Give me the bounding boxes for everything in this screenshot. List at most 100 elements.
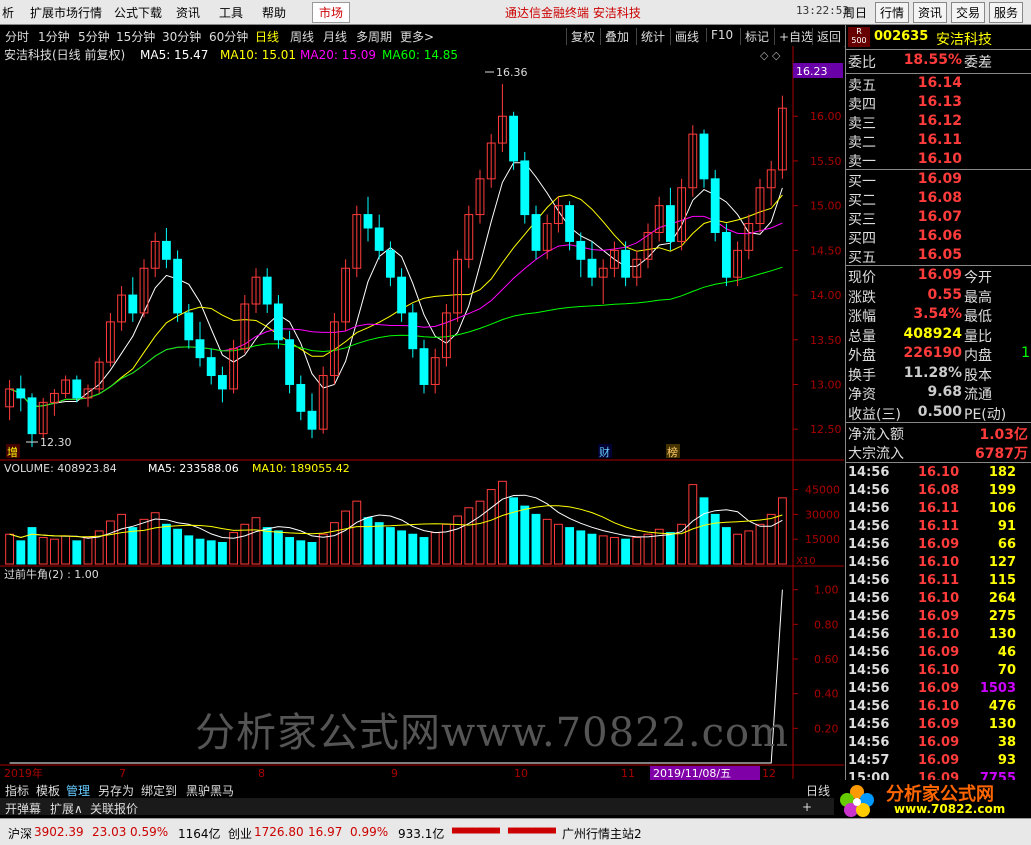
tab-bind[interactable]: 绑定到 [141,782,177,799]
candle-body [16,388,26,399]
period-tab[interactable]: 周线 [290,28,314,45]
related-quotes[interactable]: 关联报价 [90,800,138,817]
event-marker-finance[interactable]: 财 [599,445,610,459]
stat-row: 涨幅 3.54% 最低 [848,306,1030,325]
weicha-label: 委差 [964,55,992,71]
volume-bar [285,537,295,565]
indicator-tick-label: 1.00 [814,584,839,597]
add-tab-button[interactable]: + [802,800,812,814]
bid-row: 买三 16.07 [848,209,1030,228]
adjust-button[interactable]: 复权 [566,28,595,45]
tick-price: 16.09 [918,645,960,660]
diamond-icon[interactable]: ◇ ◇ [760,49,781,62]
tick-row: 14:57 16.09 93 [848,753,1030,771]
stat-row-label: 收益(三) [848,406,901,423]
candle-body [699,133,709,180]
tick-row: 14:56 16.10 127 [848,555,1030,573]
high-label: 16.36 [496,66,528,79]
period-tab[interactable]: 1分钟 [38,28,70,45]
menu-extended-market[interactable]: 扩展市场行情 [30,4,102,21]
period-tab[interactable]: 分时 [5,28,29,45]
tick-time: 14:56 [848,555,890,570]
ask-row-value: 16.11 [917,132,962,148]
candle-body [173,258,183,314]
danmaku-toggle[interactable]: 开弹幕 [5,800,41,817]
period-tab[interactable]: 5分钟 [78,28,110,45]
tick-row: 14:56 16.10 130 [848,627,1030,645]
tick-volume: 127 [988,555,1016,570]
candle-body [363,214,373,229]
kline-chart[interactable]: 16.00 15.50 15.00 14.50 14.00 13.50 13.00 12.50… [0,46,845,781]
tab-save-as[interactable]: 另存为 [98,782,134,799]
event-marker-rank[interactable]: 榜 [667,445,678,459]
bid-row-value: 16.06 [917,228,962,244]
quote-button[interactable]: 行情 [875,2,910,23]
volume-bar [520,505,530,565]
trade-button[interactable]: 交易 [951,2,986,23]
stats-button[interactable]: 统计 [636,28,665,45]
period-tab[interactable]: 多周期 [356,28,392,45]
volume-bar [665,532,675,565]
volume-bar [408,533,418,565]
tick-price: 16.09 [918,753,960,768]
period-tab[interactable]: 30分钟 [162,28,201,45]
tab-manage[interactable]: 管理 [66,782,90,799]
market-tab[interactable]: 市场 [312,2,351,23]
tab-template[interactable]: 模板 [36,782,60,799]
volume-bar [195,538,205,565]
candle-body [206,357,216,377]
stat-row-label: 涨跌 [848,289,876,306]
news-button[interactable]: 资讯 [913,2,948,23]
stat-row: 现价 16.09 今开 [848,267,1030,286]
period-tab[interactable]: 60分钟 [209,28,248,45]
server-name[interactable]: 广州行情主站2 [562,825,642,842]
menu-help[interactable]: 帮助 [262,4,286,21]
add-watchlist-button[interactable]: +自选 [774,28,813,45]
cy-index-pct: 0.99% [350,825,389,839]
indicator-tick-label: 0.80 [814,618,839,631]
x-axis-year: 2019年 [4,766,43,780]
draw-button[interactable]: 画线 [670,28,699,45]
cy-index-value: 1726.80 [254,825,304,839]
stat-row: 总量 408924 量比 [848,326,1030,345]
menu-news[interactable]: 资讯 [176,4,200,21]
menu-tools[interactable]: 工具 [219,4,243,21]
tick-price: 16.10 [918,699,960,714]
candle-body [184,312,194,341]
current-price-tag: 16.23 [796,65,828,78]
weibi-value: 18.55% [903,52,962,68]
service-button[interactable]: 服务 [989,2,1024,23]
period-tab-daily[interactable]: 日线 [255,28,279,45]
f10-button[interactable]: F10 [706,28,733,42]
period-tab[interactable]: 月线 [323,28,347,45]
mark-button[interactable]: 标记 [740,28,769,45]
price-tick-label: 15.50 [810,155,842,168]
stat-row-label: 总量 [848,328,876,345]
menu-formula-download[interactable]: 公式下载 [114,4,162,21]
back-button[interactable]: 返回 [812,28,841,45]
bid-row-label: 买一 [848,174,876,190]
tick-volume: 70 [997,663,1016,678]
overlay-button[interactable]: 叠加 [600,28,629,45]
tab-blackhorse[interactable]: 黑驴黑马 [186,782,234,799]
stat-row-value: 0.55 [927,286,962,303]
event-marker-increase[interactable]: 增 [7,445,18,459]
top-menu-bar: 析 扩展市场行情 公式下载 资讯 工具 帮助 市场 通达信金融终端 安洁科技 1… [0,0,1031,25]
volume-title: VOLUME: 408923.84 [4,462,117,475]
volume-bar [509,497,519,565]
volume-bar [621,538,631,565]
menu-fragment[interactable]: 析 [2,4,14,21]
period-tab[interactable]: 15分钟 [116,28,155,45]
tick-time: 14:56 [848,483,890,498]
daily-selector[interactable]: 日线 [806,782,830,799]
ask-row-label: 卖二 [848,135,876,151]
volume-bar [565,527,575,565]
stat-row-label2: 流通 [964,387,992,403]
expand-toggle[interactable]: 扩展∧ [50,800,83,817]
tick-row: 14:56 16.11 91 [848,519,1030,537]
badge-bottom: 500 [851,36,867,45]
tab-indicator[interactable]: 指标 [5,782,29,799]
clock: 13:22:53 [796,4,849,17]
tick-time: 14:56 [848,537,890,552]
more-periods[interactable]: 更多> [400,28,434,45]
